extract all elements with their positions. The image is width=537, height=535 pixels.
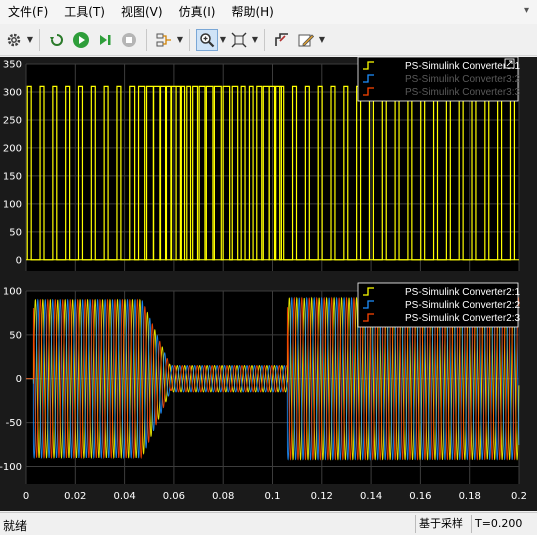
legend-entry[interactable]: PS-Simulink Converter3:3: [405, 87, 520, 98]
menu-help[interactable]: 帮助(H): [223, 0, 281, 24]
scope-plots: 350 300 250 200 150 100 50 0 PS-Simulink Convert…: [0, 57, 527, 502]
status-bar: 就绪 基于采样 T=0.200: [0, 512, 537, 535]
x-tick-label: 0.06: [163, 491, 185, 502]
x-tick-label: 0.02: [64, 491, 86, 502]
y-tick-label: 350: [3, 60, 22, 71]
y-tick-label: 200: [3, 143, 22, 154]
x-tick-label: 0.04: [113, 491, 135, 502]
cursor-measure-icon[interactable]: [271, 29, 293, 51]
run-icon[interactable]: [70, 29, 92, 51]
legend-entry[interactable]: PS-Simulink Converter3:2: [405, 74, 520, 85]
legend-entry[interactable]: PS-Simulink Converter2:2: [405, 300, 520, 311]
rewind-icon[interactable]: [46, 29, 68, 51]
settings-dropdown-arrow-icon[interactable]: ▼: [26, 35, 34, 44]
status-ready: 就绪: [3, 519, 28, 533]
menu-tools[interactable]: 工具(T): [56, 0, 113, 24]
zoom-dropdown-arrow-icon[interactable]: ▼: [219, 35, 227, 44]
plot-bottom[interactable]: 100 50 0 -50 -100 0 0.02 0.04 0.06 0.08 0.1 0.12 0.1…: [0, 282, 527, 502]
x-tick-label: 0.2: [511, 491, 527, 502]
signal-select-dropdown-arrow-icon[interactable]: ▼: [176, 35, 184, 44]
y-tick-label: 0: [16, 255, 22, 266]
style-dropdown-arrow-icon[interactable]: ▼: [318, 35, 326, 44]
stop-icon[interactable]: [118, 29, 140, 51]
y-tick-label: -100: [0, 462, 22, 473]
status-sample-mode: 基于采样: [415, 515, 475, 533]
y-tick-label: 250: [3, 115, 22, 126]
settings-icon[interactable]: [3, 29, 25, 51]
y-tick-label: 150: [3, 171, 22, 182]
status-sim-time: T=0.200: [471, 515, 537, 533]
y-tick-label: 100: [3, 287, 22, 298]
menu-bar: 文件(F) 工具(T) 视图(V) 仿真(I) 帮助(H) ▾: [0, 0, 537, 24]
y-tick-label: 100: [3, 199, 22, 210]
zoom-icon[interactable]: [196, 28, 218, 51]
y-tick-label: 50: [9, 227, 22, 238]
x-tick-label: 0.12: [311, 491, 333, 502]
style-edit-icon[interactable]: [295, 29, 317, 51]
x-tick-label: 0.14: [360, 491, 382, 502]
toolbar-separator: [39, 28, 40, 51]
menu-simulation[interactable]: 仿真(I): [171, 0, 224, 24]
x-tick-label: 0.08: [212, 491, 234, 502]
y-tick-label: 300: [3, 87, 22, 98]
y-tick-label: 50: [9, 330, 22, 341]
x-tick-label: 0.1: [265, 491, 281, 502]
scope-display: 350 300 250 200 150 100 50 0 PS-Simulink Convert…: [0, 57, 537, 511]
toolbar-separator: [146, 28, 147, 51]
fit-dropdown-arrow-icon[interactable]: ▼: [251, 35, 259, 44]
fit-to-view-icon[interactable]: [228, 29, 250, 51]
x-tick-label: 0: [23, 491, 29, 502]
menu-file[interactable]: 文件(F): [0, 0, 56, 24]
y-tick-label: -50: [6, 418, 22, 429]
legend-entry[interactable]: PS-Simulink Converter2:3: [405, 313, 520, 324]
step-forward-icon[interactable]: [94, 29, 116, 51]
x-tick-label: 0.18: [459, 491, 481, 502]
menu-view[interactable]: 视图(V): [113, 0, 171, 24]
toolbar-separator: [264, 28, 265, 51]
plot-top[interactable]: 350 300 250 200 150 100 50 0 PS-Simulink Convert…: [3, 57, 521, 271]
y-tick-label: 0: [16, 374, 22, 385]
legend-entry[interactable]: PS-Simulink Converter3:1: [405, 61, 520, 72]
toolbar: ▼ ▼ ▼ ▼ ▼: [0, 24, 537, 56]
signal-select-icon[interactable]: [153, 29, 175, 51]
menu-collapse-arrow-icon[interactable]: ▾: [524, 5, 529, 16]
toolbar-separator: [189, 28, 190, 51]
x-tick-label: 0.16: [409, 491, 431, 502]
legend-entry[interactable]: PS-Simulink Converter2:1: [405, 287, 520, 298]
